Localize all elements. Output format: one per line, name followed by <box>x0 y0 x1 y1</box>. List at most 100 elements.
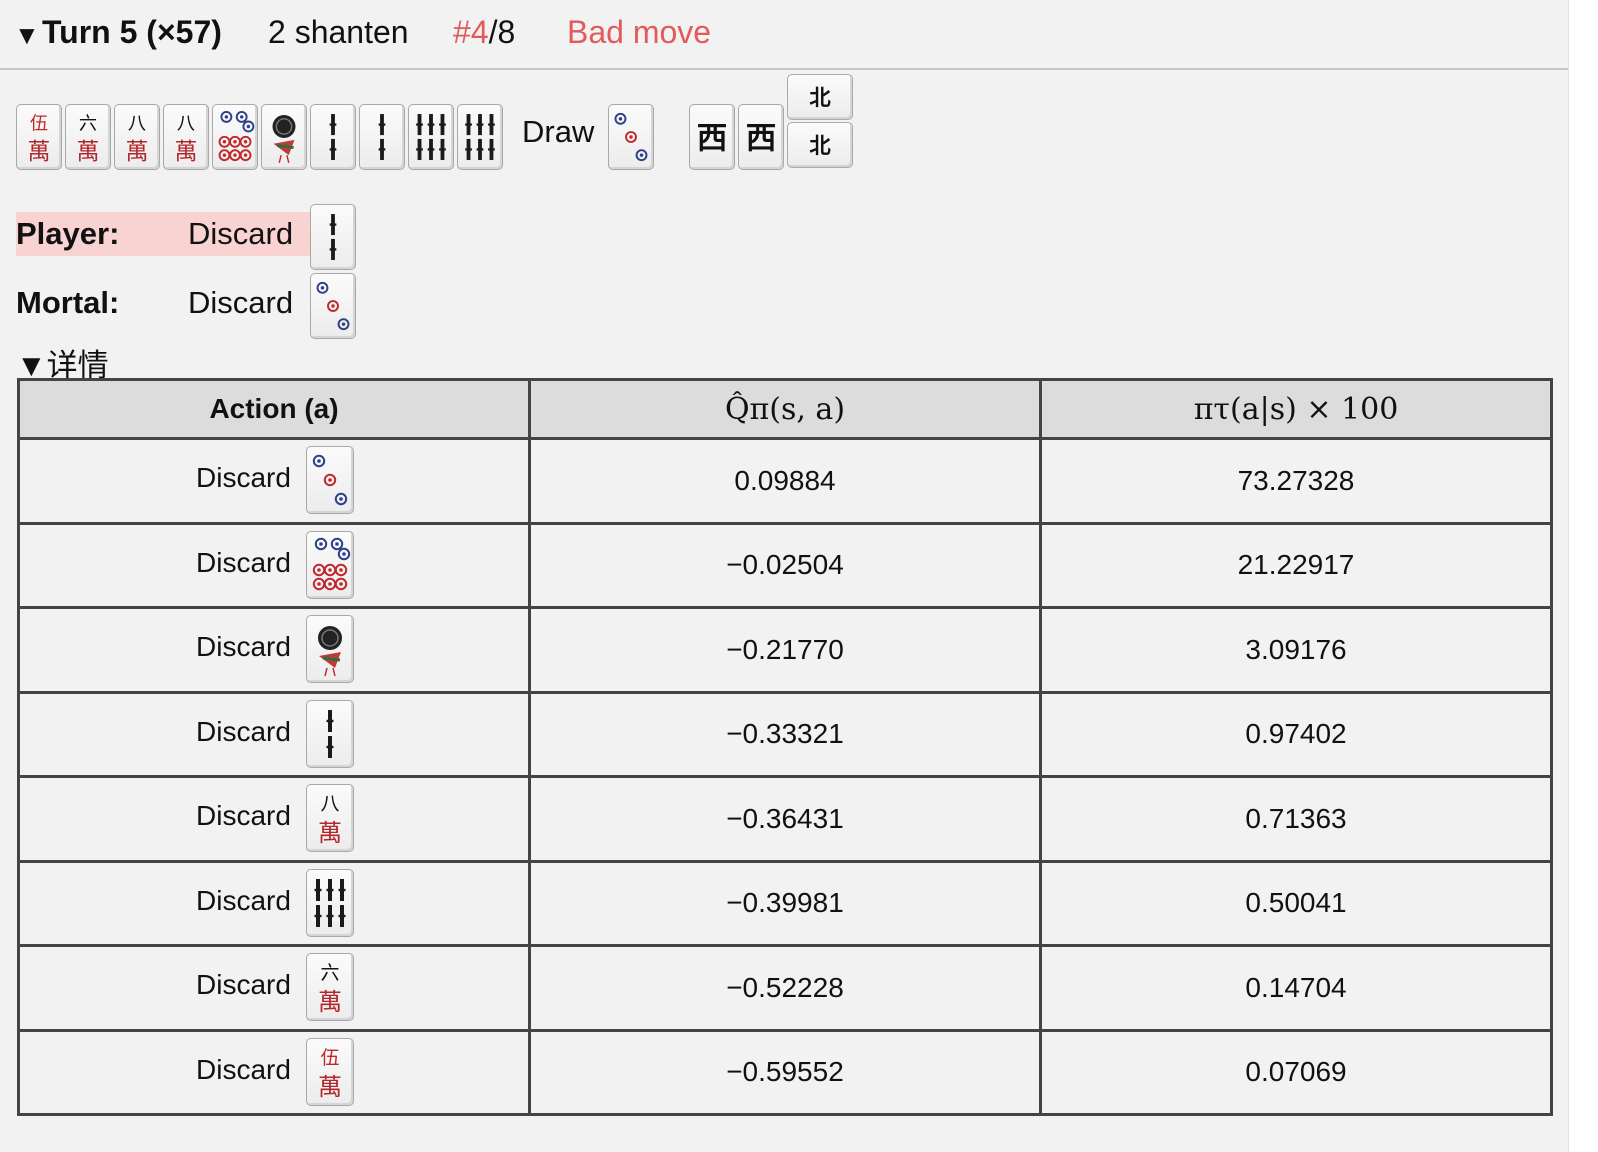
rank-total: /8 <box>488 14 516 50</box>
action-cell: Discard 伍萬 <box>17 1028 531 1116</box>
action-cell: Discard 八萬 <box>17 775 531 863</box>
one-sou-tile <box>306 615 354 683</box>
rank-number: #4 <box>453 14 489 50</box>
svg-text:六: 六 <box>79 113 97 134</box>
red-five-man-tile: 伍萬 <box>16 104 62 170</box>
six-sou-tile <box>457 104 503 170</box>
svg-text:萬: 萬 <box>126 139 149 165</box>
action-label: Discard <box>196 1053 291 1085</box>
action-label: Discard <box>196 631 291 662</box>
red-five-man-tile: 伍萬 <box>306 1037 354 1106</box>
table-row: Discard −0.02504 21.22917 <box>17 521 1553 609</box>
two-sou-tile <box>359 104 405 170</box>
eight-man-tile: 八萬 <box>114 104 160 170</box>
action-cell: Discard <box>17 690 531 778</box>
svg-text:萬: 萬 <box>318 1073 342 1101</box>
action-cell: Discard <box>17 859 531 947</box>
policy-cell: 0.14704 <box>1039 944 1553 1032</box>
turn-title: Turn 5 (×57) <box>42 14 222 50</box>
policy-cell: 0.50041 <box>1039 859 1553 947</box>
action-label: Discard <box>196 546 291 578</box>
two-sou-tile <box>310 104 356 170</box>
table-header-row: Action (a) Q̂π(s, a) πτ(a|s) × 100 <box>17 378 1553 440</box>
eight-man-tile: 八萬 <box>306 784 354 852</box>
q-value-cell: −0.02504 <box>528 521 1042 609</box>
two-sou-tile <box>310 204 356 270</box>
q-value-cell: −0.21770 <box>528 606 1042 694</box>
six-sou-tile <box>306 868 354 937</box>
eight-man-tile: 八萬 <box>163 104 209 170</box>
svg-text:六: 六 <box>320 962 339 984</box>
policy-cell: 3.09176 <box>1039 606 1553 694</box>
action-label: Discard <box>196 800 291 831</box>
table-row: Discard 伍萬 −0.59552 0.07069 <box>17 1028 1553 1116</box>
column-header-policy: πτ(a|s) × 100 <box>1039 378 1553 440</box>
q-value-cell: −0.52228 <box>528 944 1042 1032</box>
table-row: Discard −0.33321 0.97402 <box>17 690 1553 778</box>
move-verdict: Bad move <box>567 14 712 50</box>
one-sou-tile <box>261 104 307 170</box>
policy-cell: 0.07069 <box>1039 1028 1553 1116</box>
shanten-count: 2 shanten <box>268 14 409 50</box>
svg-text:八: 八 <box>128 113 146 134</box>
svg-text:北: 北 <box>809 134 831 159</box>
north-wind-tile: 北 <box>787 122 853 168</box>
column-header-q-value: Q̂π(s, a) <box>528 378 1042 440</box>
action-cell: Discard <box>17 606 531 694</box>
svg-text:伍: 伍 <box>30 113 48 134</box>
collapse-triangle-icon[interactable]: ▼ <box>14 20 40 51</box>
six-sou-tile <box>408 104 454 170</box>
action-label: Discard <box>196 884 291 916</box>
svg-text:北: 北 <box>809 86 831 111</box>
action-cell: Discard <box>17 437 531 525</box>
move-rank: #4/8 <box>453 14 515 51</box>
column-header-action: Action (a) <box>17 378 531 440</box>
q-value-cell: −0.36431 <box>528 775 1042 863</box>
policy-cell: 21.22917 <box>1039 521 1553 609</box>
policy-cell: 0.97402 <box>1039 690 1553 778</box>
svg-text:八: 八 <box>177 113 195 134</box>
draw-label: Draw <box>522 114 595 149</box>
action-value-table: Action (a) Q̂π(s, a) πτ(a|s) × 100 Disca… <box>17 378 1553 1116</box>
action-label: Discard <box>196 462 291 493</box>
table-row: Discard 0.09884 73.27328 <box>17 437 1553 525</box>
svg-text:八: 八 <box>320 793 339 815</box>
turn-header[interactable]: ▼ Turn 5 (×57) 2 shanten #4/8 Bad move <box>0 0 1568 70</box>
mortal-label: Mortal: <box>16 285 120 320</box>
svg-text:西: 西 <box>697 120 728 156</box>
policy-cell: 0.71363 <box>1039 775 1553 863</box>
table-row: Discard −0.21770 3.09176 <box>17 606 1553 694</box>
table-row: Discard 八萬 −0.36431 0.71363 <box>17 775 1553 863</box>
table-row: Discard 六萬 −0.52228 0.14704 <box>17 944 1553 1032</box>
three-pin-tile <box>310 273 356 339</box>
mortal-action: Discard <box>188 285 294 320</box>
action-cell: Discard 六萬 <box>17 944 531 1032</box>
svg-text:萬: 萬 <box>318 819 342 847</box>
q-value-cell: −0.59552 <box>528 1028 1042 1116</box>
six-man-tile: 六萬 <box>65 104 111 170</box>
svg-text:萬: 萬 <box>28 139 51 165</box>
q-value-cell: 0.09884 <box>528 437 1042 525</box>
policy-cell: 73.27328 <box>1039 437 1553 525</box>
svg-text:西: 西 <box>746 120 777 156</box>
two-sou-tile <box>306 699 354 768</box>
svg-text:萬: 萬 <box>318 988 342 1016</box>
north-wind-tile: 北 <box>787 74 853 120</box>
three-pin-tile <box>608 104 654 170</box>
six-man-tile: 六萬 <box>306 953 354 1021</box>
player-action: Discard <box>188 216 294 251</box>
action-label: Discard <box>196 715 291 747</box>
svg-text:萬: 萬 <box>77 139 100 165</box>
player-label: Player: <box>16 216 120 251</box>
west-wind-tile: 西 <box>689 104 735 170</box>
six-pin-tile <box>212 104 258 170</box>
q-value-cell: −0.33321 <box>528 690 1042 778</box>
action-label: Discard <box>196 969 291 1000</box>
table-row: Discard −0.39981 0.50041 <box>17 859 1553 947</box>
west-wind-tile: 西 <box>738 104 784 170</box>
svg-text:萬: 萬 <box>175 139 198 165</box>
action-cell: Discard <box>17 521 531 609</box>
svg-text:伍: 伍 <box>320 1047 339 1069</box>
six-pin-tile <box>306 530 354 599</box>
scrollbar-track[interactable] <box>1568 0 1598 1152</box>
